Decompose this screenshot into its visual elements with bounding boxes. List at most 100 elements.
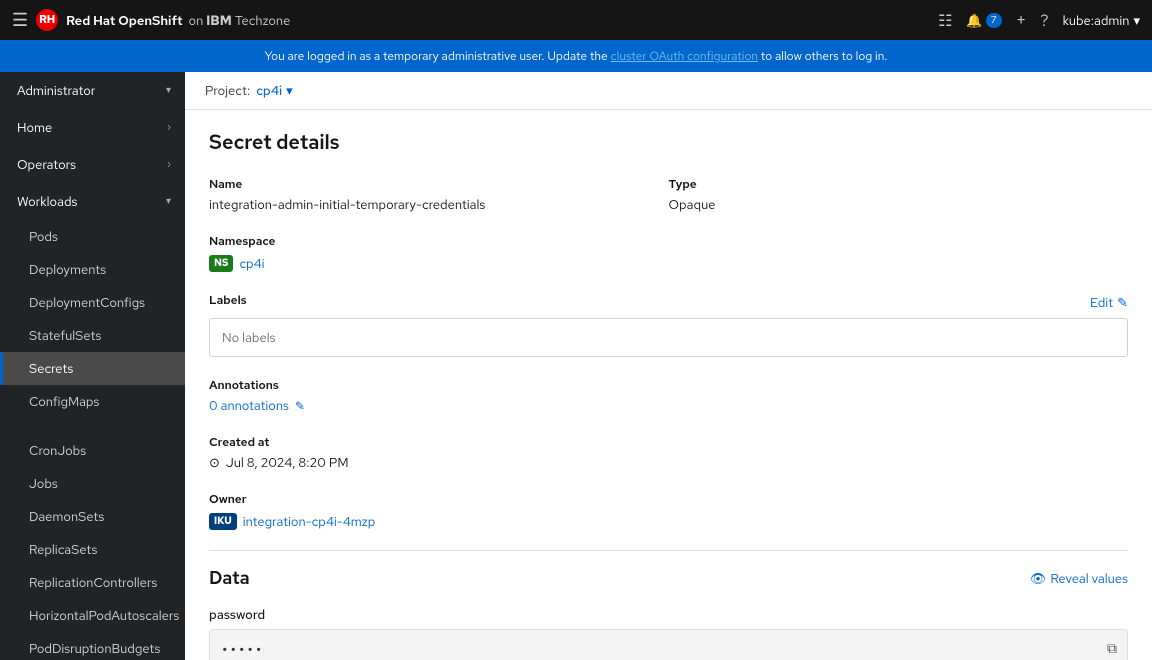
sidebar-item-configmaps[interactable]: ConfigMaps (0, 385, 185, 418)
type-label: Type (669, 176, 1129, 192)
no-labels-text: No labels (222, 329, 276, 346)
redhat-logo: RH (36, 9, 58, 31)
top-navigation: ☰ RH Red Hat OpenShift on IBM Techzone ☷… (0, 0, 1152, 40)
deployments-label: Deployments (29, 261, 106, 278)
annotations-link[interactable]: 0 annotations (209, 397, 289, 414)
iku-tag: IKU (209, 513, 237, 530)
admin-caret: ▾ (166, 84, 171, 97)
sidebar-item-horizontalpodautoscalers[interactable]: HorizontalPodAutoscalers (0, 599, 185, 632)
owner-label: Owner (209, 491, 1128, 507)
sidebar-item-replicationcontrollers[interactable]: ReplicationControllers (0, 566, 185, 599)
type-section: Type Opaque (669, 176, 1129, 213)
hpa-label: HorizontalPodAutoscalers (29, 607, 179, 624)
sidebar-home[interactable]: Home › (0, 109, 185, 146)
sidebar-item-deployments[interactable]: Deployments (0, 253, 185, 286)
sidebar-item-replicasets[interactable]: ReplicaSets (0, 533, 185, 566)
alert-banner: You are logged in as a temporary adminis… (0, 40, 1152, 72)
namespace-section: Namespace NS cp4i (209, 233, 1128, 272)
sidebar-item-poddisruptionbudgets[interactable]: PodDisruptionBudgets (0, 632, 185, 660)
add-icon[interactable]: + (1016, 9, 1027, 32)
name-label: Name (209, 176, 669, 192)
name-type-row: Name integration-admin-initial-temporary… (209, 176, 1128, 233)
replicasets-label: ReplicaSets (29, 541, 97, 558)
topnav-right: ☷ 🔔 7 + ? kube:admin ▾ (938, 9, 1140, 32)
namespace-badge: NS cp4i (209, 255, 265, 272)
sidebar-item-cronjobs[interactable]: CronJobs (0, 434, 185, 467)
labels-label: Labels (209, 292, 247, 308)
home-caret: › (167, 121, 171, 134)
help-icon[interactable]: ? (1040, 10, 1048, 31)
main-content: Project: cp4i ▾ Secret details Name inte… (185, 72, 1152, 660)
alert-text-after: to allow others to log in. (761, 48, 888, 64)
created-at-section: Created at ⊙ Jul 8, 2024, 8:20 PM (209, 434, 1128, 471)
pdb-label: PodDisruptionBudgets (29, 640, 160, 657)
sidebar-item-statefulsets[interactable]: StatefulSets (0, 319, 185, 352)
labels-box: No labels (209, 318, 1128, 357)
reveal-label: Reveal values (1050, 570, 1128, 587)
operators-caret: › (167, 158, 171, 171)
project-name: cp4i (256, 82, 282, 99)
user-caret-icon: ▾ (1133, 12, 1140, 29)
home-label: Home (17, 119, 52, 136)
redhat-circle-text: RH (39, 13, 55, 27)
project-caret-icon: ▾ (286, 82, 293, 99)
project-bar: Project: cp4i ▾ (185, 72, 1152, 110)
annotations-edit-icon[interactable]: ✎ (295, 398, 305, 414)
section-divider (209, 550, 1128, 551)
workloads-label: Workloads (17, 193, 77, 210)
username-label: kube:admin (1063, 12, 1130, 29)
labels-header: Labels Edit ✎ (209, 292, 1128, 312)
sidebar-item-daemonsets[interactable]: DaemonSets (0, 500, 185, 533)
clock-icon: ⊙ (209, 454, 220, 471)
sidebar-item-jobs[interactable]: Jobs (0, 467, 185, 500)
password-copy-icon[interactable]: ⧉ (1107, 640, 1117, 658)
redhat-circle: RH (36, 9, 58, 31)
sidebar-administrator[interactable]: Administrator ▾ (0, 72, 185, 109)
admin-label: Administrator (17, 82, 95, 99)
sidebar-item-pods[interactable]: Pods (0, 220, 185, 253)
deploymentconfigs-label: DeploymentConfigs (29, 294, 145, 311)
sidebar-item-deploymentconfigs[interactable]: DeploymentConfigs (0, 286, 185, 319)
sidebar-operators[interactable]: Operators › (0, 146, 185, 183)
sidebar-workloads[interactable]: Workloads ▾ (0, 183, 185, 220)
sidebar: Administrator ▾ Home › Operators › Workl… (0, 72, 185, 660)
notification-bell[interactable]: 🔔 7 (966, 12, 1001, 29)
ns-tag: NS (209, 255, 233, 272)
user-menu[interactable]: kube:admin ▾ (1063, 12, 1140, 29)
labels-edit-button[interactable]: Edit ✎ (1090, 294, 1128, 311)
owner-link[interactable]: integration-cp4i-4mzp (243, 513, 376, 530)
password-label: password (209, 606, 1128, 623)
annotations-label: Annotations (209, 377, 1128, 393)
namespace-link[interactable]: cp4i (239, 255, 264, 272)
alert-oauth-link[interactable]: cluster OAuth configuration (611, 48, 758, 64)
name-value: integration-admin-initial-temporary-cred… (209, 196, 669, 213)
labels-section: Labels Edit ✎ No labels (209, 292, 1128, 357)
reveal-values-button[interactable]: 👁 Reveal values (1030, 570, 1128, 587)
project-label: Project: (205, 82, 250, 99)
notification-count: 7 (986, 13, 1002, 28)
brand-text-group: Red Hat OpenShift on IBM Techzone (66, 12, 290, 29)
password-dots: ••••• (222, 639, 264, 660)
data-title: Data (209, 567, 250, 590)
type-value: Opaque (669, 196, 1129, 213)
edit-label: Edit (1090, 294, 1113, 311)
name-section: Name integration-admin-initial-temporary… (209, 176, 669, 213)
page-title: Secret details (209, 130, 1128, 156)
namespace-label: Namespace (209, 233, 1128, 249)
operators-label: Operators (17, 156, 76, 173)
workloads-caret: ▾ (166, 195, 171, 208)
app-grid-icon[interactable]: ☷ (938, 10, 952, 31)
data-section-header: Data 👁 Reveal values (209, 567, 1128, 590)
hamburger-menu-icon[interactable]: ☰ (12, 9, 28, 32)
daemonsets-label: DaemonSets (29, 508, 104, 525)
sidebar-item-secrets[interactable]: Secrets (0, 352, 185, 385)
alert-text-before: You are logged in as a temporary adminis… (265, 48, 608, 64)
secrets-label: Secrets (29, 360, 73, 377)
cronjobs-label: CronJobs (29, 442, 86, 459)
replicationcontrollers-label: ReplicationControllers (29, 574, 157, 591)
created-at-value: ⊙ Jul 8, 2024, 8:20 PM (209, 454, 1128, 471)
main-layout: Administrator ▾ Home › Operators › Workl… (0, 72, 1152, 660)
content-area: Secret details Name integration-admin-in… (185, 110, 1152, 660)
project-dropdown[interactable]: cp4i ▾ (256, 82, 292, 99)
pods-label: Pods (29, 228, 58, 245)
